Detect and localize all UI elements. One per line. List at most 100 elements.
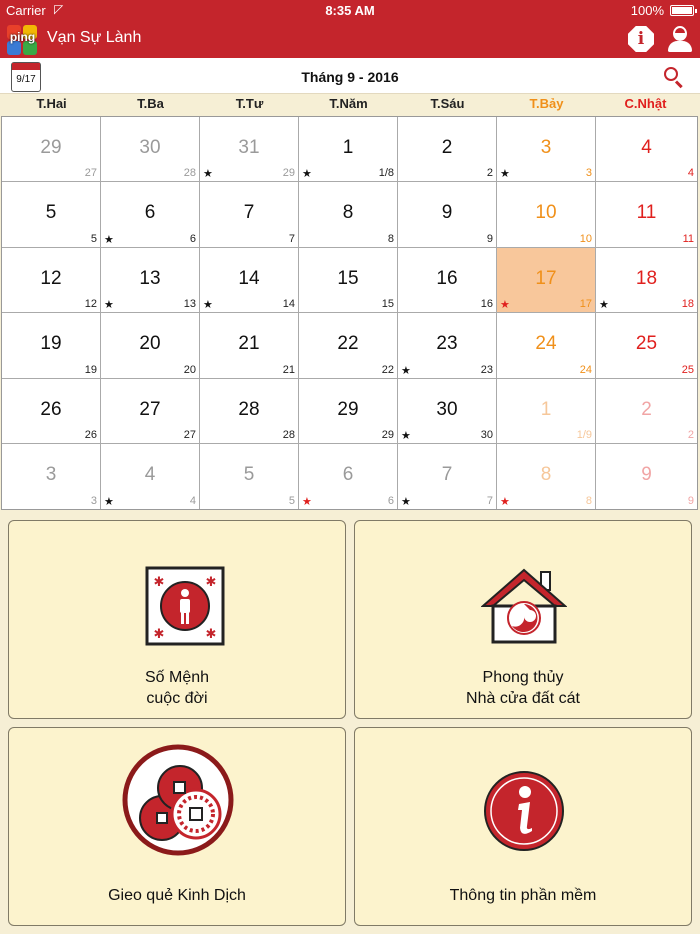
weekday-tue: T.Ba [137,96,164,111]
calendar-day[interactable]: 14 14 ★ [200,248,299,313]
solar-date: 18 [635,268,658,289]
calendar-day[interactable]: 29 27 [2,117,101,182]
solar-date: 14 [238,268,260,289]
calendar-day[interactable]: 26 26 [2,379,101,444]
calendar-day[interactable]: 3 3 ★ [497,117,596,182]
solar-date: 20 [139,333,161,354]
lunar-date: 28 [183,167,196,179]
solar-date: 21 [238,333,260,354]
clock: 8:35 AM [325,3,375,18]
star-icon: ★ [203,168,213,180]
calendar-day[interactable]: 28 28 [200,379,299,444]
calendar-day[interactable]: 4 4 ★ [101,444,200,509]
calendar-day[interactable]: 22 [596,379,697,444]
calendar-day[interactable]: 21 21 [200,313,299,379]
calendar-day[interactable]: 11 11 [596,182,697,248]
lunar-date: 17 [579,298,592,310]
tile-thong-tin[interactable]: Thông tin phần mềm [354,727,692,926]
calendar-day[interactable]: 44 [596,117,697,182]
calendar-day[interactable]: 19 19 [2,313,101,379]
red-star-icon: ★ [500,496,510,508]
solar-date: 16 [436,268,458,289]
solar-date: 6 [342,464,354,485]
info-icon[interactable]: i [628,26,654,52]
weekday-wed: T.Tư [235,96,264,111]
calendar-day[interactable]: 99 [596,444,697,509]
star-icon: ★ [104,496,114,508]
calendar-day[interactable]: 1 1/9 [497,379,596,444]
calendar-day[interactable]: 23 23 ★ [398,313,497,379]
star-icon: ★ [500,168,510,180]
calendar-day[interactable]: 13 13 ★ [101,248,200,313]
calendar-day[interactable]: 55 [200,444,299,509]
month-title[interactable]: Tháng 9 - 2016 [0,69,700,85]
solar-date: 5 [45,202,57,223]
solar-date: 30 [139,137,161,158]
calendar-day[interactable]: 15 15 [299,248,398,313]
star-icon: ★ [401,496,411,508]
solar-date: 10 [535,202,557,223]
calendar-day[interactable]: 1 1/8 ★ [299,117,398,182]
calendar-day[interactable]: 99 [398,182,497,248]
solar-date: 8 [342,202,354,223]
solar-date: 23 [436,333,458,354]
tile-phong-thuy[interactable]: Phong thủy Nhà cửa đất cát [354,520,692,719]
search-icon[interactable] [664,67,684,89]
calendar-day[interactable]: 88 [299,182,398,248]
lunar-date: 13 [183,298,196,310]
calendar-day[interactable]: 30 28 [101,117,200,182]
month-calendar-grid: 29 27 30 28 31 29 ★ 1 1/8 ★ 2 2 3 3 ★ 4 4 5 5 6 6 ★ 7 7 8 8 9 9 10 10… [1,116,698,510]
star-icon: ★ [104,299,114,311]
lunar-date: 19 [84,364,97,376]
lunar-date: 3 [585,167,592,179]
calendar-day[interactable]: 30 30 ★ [398,379,497,444]
calendar-day[interactable]: 27 27 [101,379,200,444]
solar-date: 11 [636,202,657,223]
calendar-day[interactable]: 20 20 [101,313,200,379]
lunar-date: 8 [585,495,592,507]
calendar-day[interactable]: 18 18 ★ [596,248,697,313]
calendar-day[interactable]: 33 [2,444,101,509]
solar-date: 1 [342,137,354,158]
solar-date: 4 [641,137,652,158]
svg-text:✱: ✱ [206,575,217,590]
battery-percent: 100% [630,3,664,18]
solar-date: 3 [540,137,552,158]
svg-text:✱: ✱ [154,575,165,590]
calendar-day[interactable]: 29 29 [299,379,398,444]
calendar-day-today[interactable]: 17 17 ★ [497,248,596,313]
lunar-date: 27 [84,167,97,179]
app-logo-text: ping [9,30,36,44]
calendar-day[interactable]: 22 [398,117,497,182]
lunar-date: 16 [480,298,493,310]
calendar-day[interactable]: 10 10 [497,182,596,248]
star-icon: ★ [203,299,213,311]
solar-date: 9 [641,464,652,485]
calendar-day[interactable]: 77 [200,182,299,248]
calendar-day[interactable]: 22 22 [299,313,398,379]
user-profile-icon[interactable] [667,26,693,52]
calendar-day[interactable]: 7 7 ★ [398,444,497,509]
tile-so-menh[interactable]: ✱ ✱ ✱ ✱ Số Mệnh cuộc đời [8,520,346,719]
calendar-day[interactable]: 55 [2,182,101,248]
lunar-date: 9 [687,495,694,507]
calendar-day[interactable]: 16 16 [398,248,497,313]
tile-gieo-que[interactable]: Gieo quẻ Kinh Dịch [8,727,346,926]
calendar-day[interactable]: 12 12 [2,248,101,313]
weekday-mon: T.Hai [36,96,67,111]
solar-date: 24 [535,333,557,354]
calendar-day[interactable]: 24 24 [497,313,596,379]
calendar-day[interactable]: 8 8 ★ [497,444,596,509]
red-star-icon: ★ [500,299,510,311]
calendar-day[interactable]: 25 25 [596,313,697,379]
solar-date: 25 [635,333,658,354]
solar-date: 5 [243,464,255,485]
calendar-day[interactable]: 6 6 ★ [101,182,200,248]
calendar-day[interactable]: 31 29 ★ [200,117,299,182]
battery-icon [670,5,697,16]
solar-date: 31 [238,137,260,158]
calendar-day[interactable]: 6 6 ★ [299,444,398,509]
lunar-date: 5 [288,495,295,507]
lunar-date: 29 [381,429,394,441]
weekday-fri: T.Sáu [430,96,465,111]
